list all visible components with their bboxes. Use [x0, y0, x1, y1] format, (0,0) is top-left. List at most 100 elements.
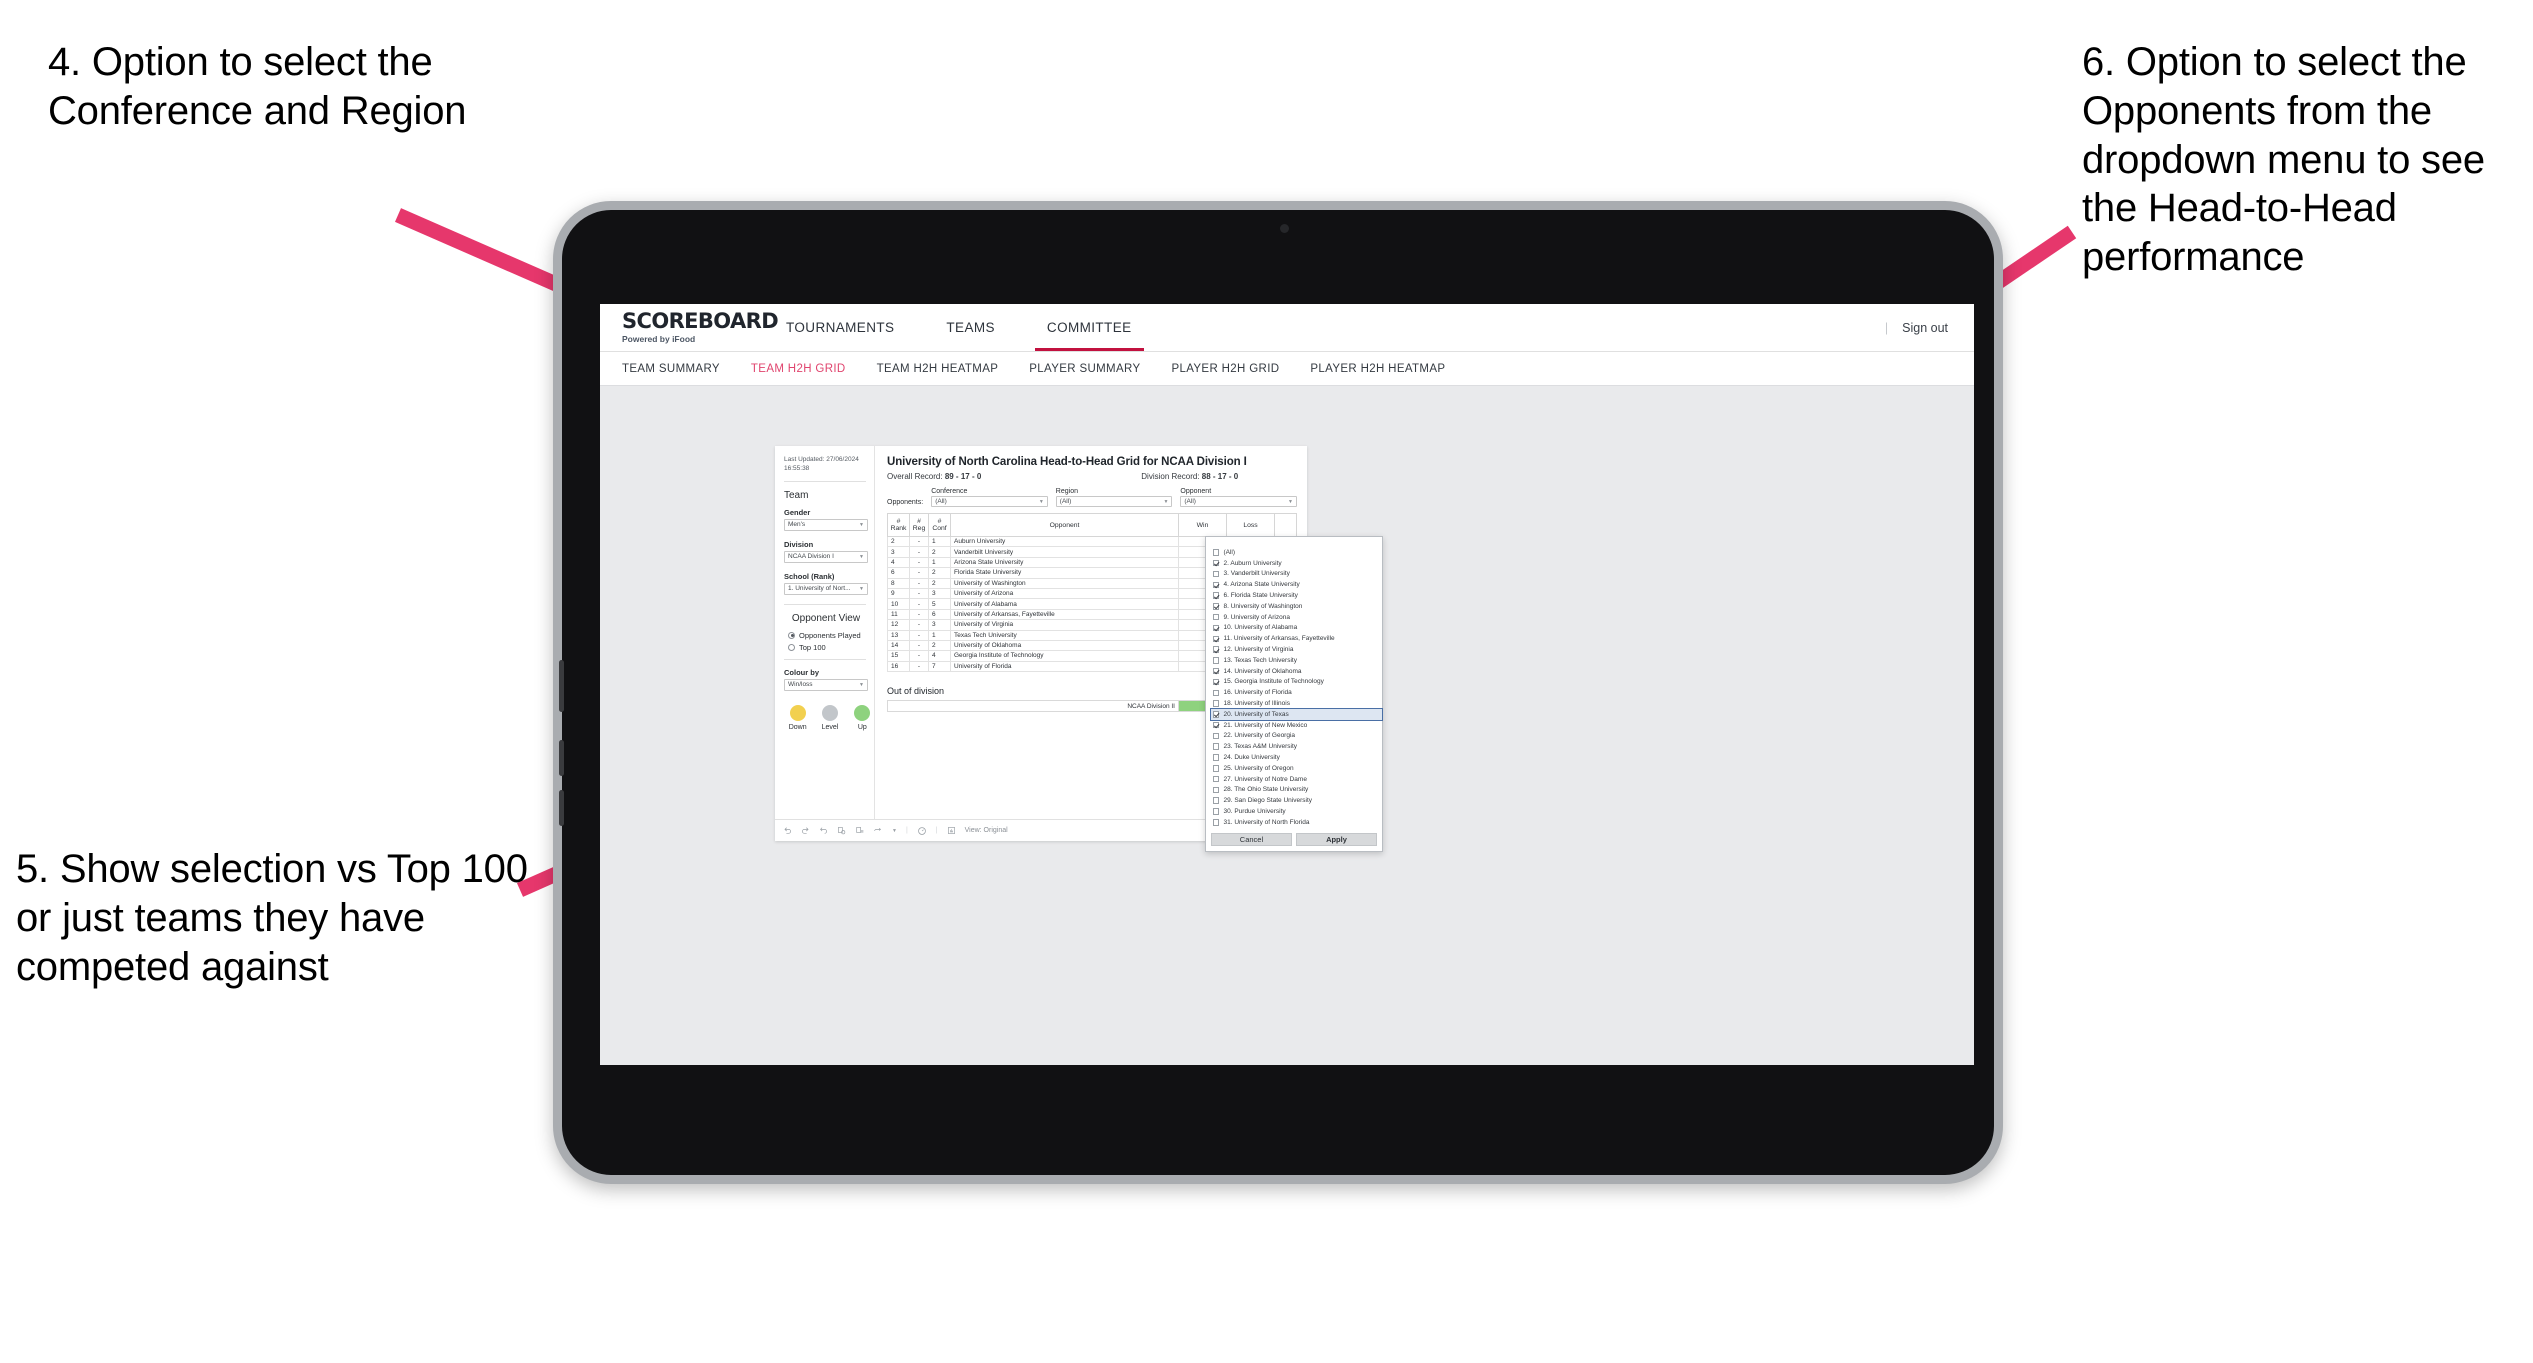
checkbox-icon[interactable] [1212, 549, 1220, 556]
opponent-list-item[interactable]: 30. Purdue University [1211, 806, 1382, 817]
cancel-button[interactable]: Cancel [1210, 832, 1292, 846]
cell-rank: 4 [887, 556, 910, 569]
tab-player-h2h-grid[interactable]: PLAYER H2H GRID [1171, 363, 1300, 375]
division-select[interactable]: NCAA Division I ▼ [784, 550, 868, 563]
opponent-list-item[interactable]: 25. University of Oregon [1211, 763, 1382, 774]
cell-reg: - [909, 556, 929, 569]
tab-team-h2h-heatmap[interactable]: TEAM H2H HEATMAP [877, 363, 1020, 375]
tab-player-h2h-heatmap[interactable]: PLAYER H2H HEATMAP [1310, 363, 1466, 375]
opponent-list-item[interactable]: 6. Florida State University [1211, 590, 1382, 601]
cell-opponent: University of Oklahoma [950, 639, 1179, 652]
opponent-list-item[interactable]: 13. Texas Tech University [1211, 655, 1382, 666]
checkbox-icon[interactable] [1212, 808, 1220, 815]
opponent-list-item[interactable]: 31. University of North Florida [1211, 817, 1382, 828]
checkbox-icon[interactable] [1212, 624, 1220, 632]
revert-icon[interactable] [819, 826, 828, 835]
checkbox-icon[interactable] [1212, 678, 1220, 686]
tab-team-summary[interactable]: TEAM SUMMARY [622, 363, 741, 375]
opponent-list-item[interactable]: 8. University of Washington [1211, 601, 1382, 612]
opponent-list-item[interactable]: (All) [1211, 547, 1382, 558]
nav-link-committee[interactable]: COMMITTEE [1021, 304, 1158, 351]
checkbox-icon[interactable] [1212, 786, 1220, 794]
redo-icon[interactable] [801, 826, 810, 835]
checkbox-icon[interactable] [1212, 570, 1220, 578]
opponent-list-item[interactable]: 15. Georgia Institute of Technology [1211, 677, 1382, 688]
checkbox-icon[interactable] [1212, 559, 1220, 567]
opponent-label: Opponent [1180, 488, 1212, 495]
checkbox-icon[interactable] [1212, 689, 1220, 696]
checkbox-icon[interactable] [1212, 635, 1220, 643]
share-icon[interactable] [873, 826, 883, 835]
opponent-list-item[interactable]: 24. Duke University [1211, 752, 1382, 763]
checkbox-icon[interactable] [1212, 700, 1220, 707]
opponent-list-item[interactable]: 10. University of Alabama [1211, 623, 1382, 634]
conference-select[interactable]: (All) ▼ [931, 496, 1048, 507]
undo-icon[interactable] [783, 826, 792, 835]
signout-link[interactable]: Sign out [1902, 321, 1948, 335]
cell-conf: 1 [928, 629, 951, 641]
checkbox-icon[interactable] [1212, 754, 1220, 761]
opponent-select[interactable]: (All) ▼ [1180, 496, 1297, 507]
refresh-data-icon[interactable] [837, 826, 846, 835]
checkbox-icon[interactable] [1212, 603, 1220, 610]
radio-opponents-played[interactable]: Opponents Played [784, 631, 874, 640]
volume-down-button[interactable] [559, 790, 564, 826]
checkbox-icon[interactable] [1212, 657, 1220, 664]
checkbox-icon[interactable] [1212, 765, 1220, 772]
opponent-list-item[interactable]: 4. Arizona State University [1211, 579, 1382, 590]
opponent-list-item[interactable]: 21. University of New Mexico [1211, 720, 1382, 731]
colour-by-select[interactable]: Win/loss ▼ [784, 678, 868, 691]
opponent-list-item[interactable]: 18. University of Illinois [1211, 698, 1382, 709]
view-original-label[interactable]: View: Original [965, 827, 1008, 834]
brand-logo[interactable]: SCOREBOARD Powered by iFood [600, 304, 779, 351]
pause-refresh-icon[interactable] [855, 826, 864, 835]
tab-team-h2h-grid[interactable]: TEAM H2H GRID [751, 363, 867, 375]
cell-rank: 13 [887, 629, 910, 641]
legend-label-down: Down [788, 723, 807, 731]
checkbox-icon[interactable] [1212, 667, 1220, 675]
checkbox-icon[interactable] [1212, 592, 1220, 599]
power-button[interactable] [559, 660, 564, 712]
apply-button[interactable]: Apply [1295, 832, 1377, 846]
opponent-list-item[interactable]: 28. The Ohio State University [1211, 785, 1382, 796]
volume-up-button[interactable] [559, 740, 564, 776]
checkbox-icon[interactable] [1212, 721, 1220, 729]
pause-auto-update-icon[interactable] [917, 826, 927, 836]
opponent-list-item[interactable]: 3. Vanderbilt University [1211, 569, 1382, 580]
opponent-list-item[interactable]: 11. University of Arkansas, Fayetteville [1211, 633, 1382, 644]
checkbox-icon[interactable] [1212, 646, 1220, 653]
view-original-icon[interactable] [947, 826, 956, 835]
school-select[interactable]: 1. University of Nort... ▼ [784, 582, 868, 595]
checkbox-icon[interactable] [1212, 732, 1220, 740]
opponent-list-item[interactable]: 20. University of Texas [1209, 707, 1383, 721]
opponent-list-item-label: 16. University of Florida [1223, 689, 1292, 697]
colour-by-value: Win/loss [788, 681, 813, 689]
opponent-list-item[interactable]: 23. Texas A&M University [1211, 741, 1382, 752]
nav-link-teams[interactable]: TEAMS [920, 304, 1021, 351]
tab-player-summary[interactable]: PLAYER SUMMARY [1029, 363, 1161, 375]
opponent-list-item[interactable]: 12. University of Virginia [1211, 644, 1382, 655]
checkbox-icon[interactable] [1212, 797, 1220, 804]
opponent-list-item[interactable]: 14. University of Oklahoma [1211, 666, 1382, 677]
checkbox-icon[interactable] [1212, 743, 1220, 750]
opponent-list-item[interactable]: 22. University of Georgia [1211, 731, 1382, 742]
last-updated-line1: Last Updated: 27/06/2024 [784, 456, 859, 463]
checkbox-icon[interactable] [1212, 819, 1220, 826]
nav-link-tournaments[interactable]: TOURNAMENTS [760, 304, 920, 351]
checkbox-icon[interactable] [1212, 613, 1220, 621]
radio-top-100[interactable]: Top 100 [784, 643, 874, 652]
opponent-list-item[interactable]: 27. University of Notre Dame [1211, 774, 1382, 785]
filters-sidebar: Last Updated: 27/06/2024 16:55:38 Team G… [775, 446, 875, 819]
opponent-list-item[interactable]: 2. Auburn University [1211, 558, 1382, 569]
checkbox-icon[interactable] [1212, 711, 1220, 718]
opponent-list-item[interactable]: 16. University of Florida [1211, 687, 1382, 698]
opponent-checkbox-list[interactable]: (All) 2. Auburn University 3. Vanderbilt U… [1206, 547, 1383, 830]
checkbox-icon[interactable] [1212, 581, 1220, 589]
opponent-list-item[interactable]: 9. University of Arizona [1211, 612, 1382, 623]
opponent-list-item[interactable]: 29. San Diego State University [1211, 795, 1382, 806]
chevron-down-icon[interactable]: ▼ [892, 828, 897, 834]
gender-select[interactable]: Men's ▼ [784, 518, 868, 531]
checkbox-icon[interactable] [1212, 775, 1220, 783]
opponent-list-item-label: 30. Purdue University [1223, 808, 1286, 816]
region-select[interactable]: (All) ▼ [1055, 496, 1173, 507]
